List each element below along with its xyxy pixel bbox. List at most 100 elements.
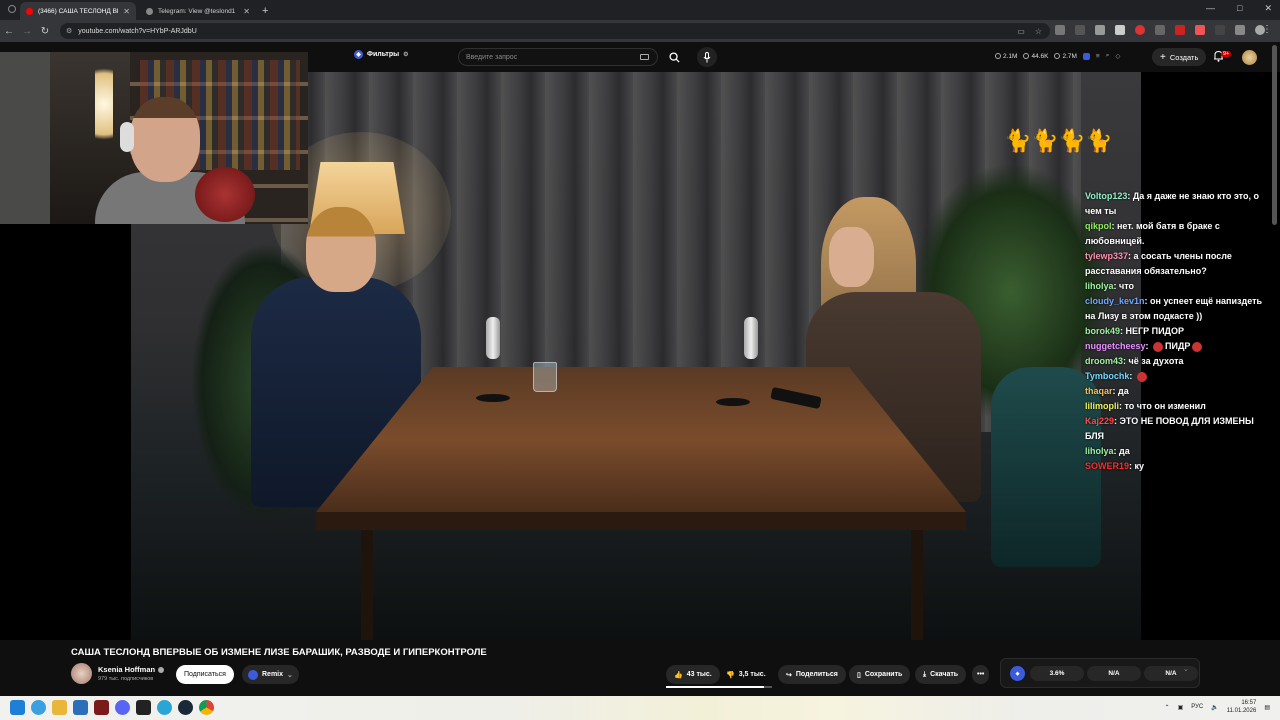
reload-icon[interactable]: ↻	[36, 26, 54, 37]
keyboard-icon[interactable]	[640, 54, 649, 60]
chevron-down-icon[interactable]: ⌄	[1183, 665, 1189, 673]
tab-telegram[interactable]: Telegram: View @teslond1 ✕	[140, 2, 256, 20]
bookmark-star-icon[interactable]: ☆	[1035, 27, 1042, 36]
date-text: 11.01.2026	[1226, 708, 1257, 714]
voice-search-button[interactable]	[697, 47, 717, 67]
account-avatar[interactable]	[1242, 50, 1257, 65]
edge-icon[interactable]	[31, 700, 46, 715]
search-icon	[668, 51, 680, 63]
page-scrollbar[interactable]	[1272, 45, 1277, 225]
chat-username: liholya	[1085, 281, 1114, 291]
tab-search-icon[interactable]	[8, 5, 16, 13]
extension-stats: 2.1M 44.6K 2.7M ≡ ⌕ ◇	[995, 52, 1120, 60]
save-button[interactable]: ▯ Сохранить	[849, 665, 911, 684]
discord-icon[interactable]	[115, 700, 130, 715]
like-button[interactable]: 👍 43 тыс.	[666, 665, 720, 684]
network-tray-icon[interactable]: ▣	[1178, 704, 1184, 711]
telegram-icon[interactable]	[157, 700, 172, 715]
extension-icon[interactable]	[1075, 25, 1085, 35]
extension-icon[interactable]	[1195, 25, 1205, 35]
app-icon[interactable]	[136, 700, 151, 715]
search-button[interactable]	[662, 48, 686, 66]
subscribe-button[interactable]: Подписаться	[176, 665, 234, 684]
close-tab-icon[interactable]: ✕	[123, 7, 130, 16]
chat-text: ПИДР	[1165, 341, 1191, 351]
windows-start-icon[interactable]	[10, 700, 25, 715]
chat-text: да	[1119, 446, 1130, 456]
extension-icon[interactable]	[1095, 25, 1105, 35]
table-leg	[911, 530, 923, 640]
remix-button[interactable]: Remix ⌄	[242, 665, 299, 684]
share-button[interactable]: ↪ Поделиться	[778, 665, 846, 684]
tag-icon[interactable]: ◇	[1115, 52, 1120, 60]
more-actions-button[interactable]: •••	[972, 665, 990, 684]
extension-icon[interactable]	[1175, 25, 1185, 35]
explorer-folder-icon[interactable]	[52, 700, 67, 715]
channel-avatar[interactable]	[71, 663, 92, 684]
chat-username: tylewp337	[1085, 251, 1129, 261]
create-button[interactable]: + Создать	[1152, 48, 1207, 66]
tab-youtube[interactable]: (3466) САША ТЕСЛОНД ВПЕРВ ✕	[20, 2, 136, 20]
forward-icon[interactable]: →	[18, 26, 36, 37]
steam-icon[interactable]	[178, 700, 193, 715]
extension-icon[interactable]	[1115, 25, 1125, 35]
extension-icon[interactable]	[1155, 25, 1165, 35]
video-info: САША ТЕСЛОНД ВПЕРВЫЕ ОБ ИЗМЕНЕ ЛИЗЕ БАРА…	[0, 640, 1280, 696]
new-tab-button[interactable]: +	[262, 5, 268, 17]
tray-chevron-icon[interactable]: ⌃	[1165, 704, 1170, 711]
minimize-button[interactable]: —	[1206, 3, 1215, 14]
notification-center-icon[interactable]: ▤	[1264, 704, 1270, 711]
panel-value: N/A	[1087, 666, 1141, 681]
plus-icon: +	[1160, 51, 1166, 63]
extension-stats-panel: ◆ 3.6% N/A N/A	[1000, 658, 1200, 688]
back-icon[interactable]: ←	[0, 26, 18, 37]
extension-icon[interactable]	[1055, 25, 1065, 35]
cat-emote-icon: 🐈	[1058, 128, 1086, 153]
store-icon[interactable]	[73, 700, 88, 715]
language-indicator[interactable]: РУС	[1191, 704, 1203, 710]
thumbs-up-icon: 👍	[674, 671, 683, 679]
extension-icon[interactable]	[1082, 52, 1090, 60]
filters-button[interactable]: ◆ Фильтры ⚙	[354, 50, 409, 59]
search-extension-icon[interactable]: ⌕	[1106, 52, 1110, 60]
extension-icon[interactable]	[1215, 25, 1225, 35]
list-icon[interactable]: ≡	[1096, 53, 1100, 60]
search-box[interactable]	[458, 48, 658, 66]
like-stat-icon	[1023, 53, 1030, 59]
channel-name[interactable]: Ksenia Hoffman	[98, 665, 155, 674]
close-tab-icon[interactable]: ✕	[243, 7, 250, 16]
notification-badge: 9+	[1221, 51, 1232, 57]
maximize-button[interactable]: □	[1237, 3, 1242, 14]
chat-message: SOWER19: ку	[1085, 461, 1145, 471]
chat-message: Voltop123: Да я даже не знаю кто это, о …	[1085, 191, 1259, 216]
cat-emote-icon: 🐈	[1085, 128, 1113, 153]
omnibox[interactable]: ⚙ youtube.com/watch?v=HYbP-ARJdbU ▭ ☆	[60, 23, 1050, 39]
speaker-icon[interactable]: 🔈	[1211, 704, 1218, 711]
browser-menu-icon[interactable]: ⋮	[1262, 24, 1272, 35]
download-button[interactable]: ⤓ Скачать	[915, 665, 967, 684]
chat-message: droom43: чё за духота	[1085, 356, 1184, 366]
filters-label: Фильтры	[367, 51, 400, 58]
clock[interactable]: 16:57 11.01.2026	[1227, 699, 1257, 715]
chat-message: Kaj229: ЭТО НЕ ПОВОД ДЛЯ ИЗМЕНЫ БЛЯ	[1085, 416, 1254, 441]
extensions-puzzle-icon[interactable]	[1235, 25, 1245, 35]
chat-message: nuggetcheesy: ПИДР	[1085, 339, 1270, 354]
site-info-icon[interactable]: ⚙	[66, 27, 72, 35]
extension-icon[interactable]	[1135, 25, 1145, 35]
window-controls: — □ ✕	[1206, 3, 1272, 14]
chat-username: droom43	[1085, 356, 1124, 366]
chat-text: НЕГР ПИДОР	[1125, 326, 1184, 336]
emote-row: 🐈 🐈 🐈 🐈	[1004, 122, 1113, 153]
url-text[interactable]: youtube.com/watch?v=HYbP-ARJdbU	[78, 28, 196, 35]
search-input[interactable]	[466, 53, 636, 61]
close-window-button[interactable]: ✕	[1264, 3, 1272, 14]
channel-name-row[interactable]: Ksenia Hoffman	[98, 665, 165, 674]
chat-text: ку	[1134, 461, 1145, 471]
chat-username: cloudy_kev1n	[1085, 296, 1145, 306]
chevron-down-icon: ⌄	[287, 671, 293, 679]
install-app-icon[interactable]: ▭	[1017, 27, 1025, 36]
app-icon[interactable]	[94, 700, 109, 715]
dislike-button[interactable]: 👎 3,5 тыс.	[718, 665, 774, 684]
podcast-microphone	[486, 317, 500, 359]
chrome-icon[interactable]	[199, 700, 214, 715]
